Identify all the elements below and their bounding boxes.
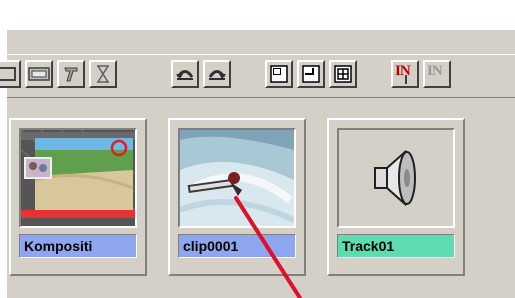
mark-out-icon: IN: [426, 63, 448, 85]
redo-button[interactable]: [203, 60, 231, 88]
undo-icon: [175, 66, 195, 82]
film-strip-button[interactable]: [25, 60, 53, 88]
window-corner-bottom-left-button[interactable]: [297, 60, 325, 88]
film-frame-button[interactable]: [0, 60, 21, 88]
clip-card-composition[interactable]: Kompositi­: [9, 118, 147, 276]
clip-label-video: clip0001: [178, 234, 296, 258]
speaker-icon: [374, 149, 416, 207]
clip-label-composition: Kompositi­: [19, 234, 137, 258]
hourglass-button[interactable]: [89, 60, 117, 88]
text-title-button[interactable]: [57, 60, 85, 88]
undo-button[interactable]: [171, 60, 199, 88]
redo-icon: [207, 66, 227, 82]
clip-card-video[interactable]: clip0001: [168, 118, 306, 276]
window-corner-bottom-left-icon: [302, 65, 320, 83]
window-corner-top-left-button[interactable]: [265, 60, 293, 88]
video-thumbnail-image: [180, 130, 294, 226]
audio-thumbnail: [337, 128, 455, 228]
video-thumbnail: [178, 128, 296, 228]
window-corner-top-left-icon: [270, 65, 288, 83]
mark-in-button[interactable]: IN: [391, 60, 419, 88]
hourglass-icon: [95, 64, 111, 84]
text-title-icon: [61, 64, 81, 84]
editor-window: IN IN: [0, 0, 515, 298]
composition-thumbnail-image: [21, 130, 135, 226]
film-frame-icon: [0, 67, 16, 81]
composition-thumbnail: [19, 128, 137, 228]
window-grid-button[interactable]: [329, 60, 357, 88]
clip-card-audio[interactable]: Track01: [327, 118, 465, 276]
clip-label-audio: Track01: [337, 234, 455, 258]
mark-in-icon: IN: [394, 63, 416, 85]
window-grid-icon: [334, 65, 352, 83]
mark-out-label: IN: [427, 63, 443, 79]
film-strip-icon: [28, 66, 50, 82]
mark-out-button[interactable]: IN: [423, 60, 451, 88]
toolbar: IN IN: [0, 54, 515, 98]
